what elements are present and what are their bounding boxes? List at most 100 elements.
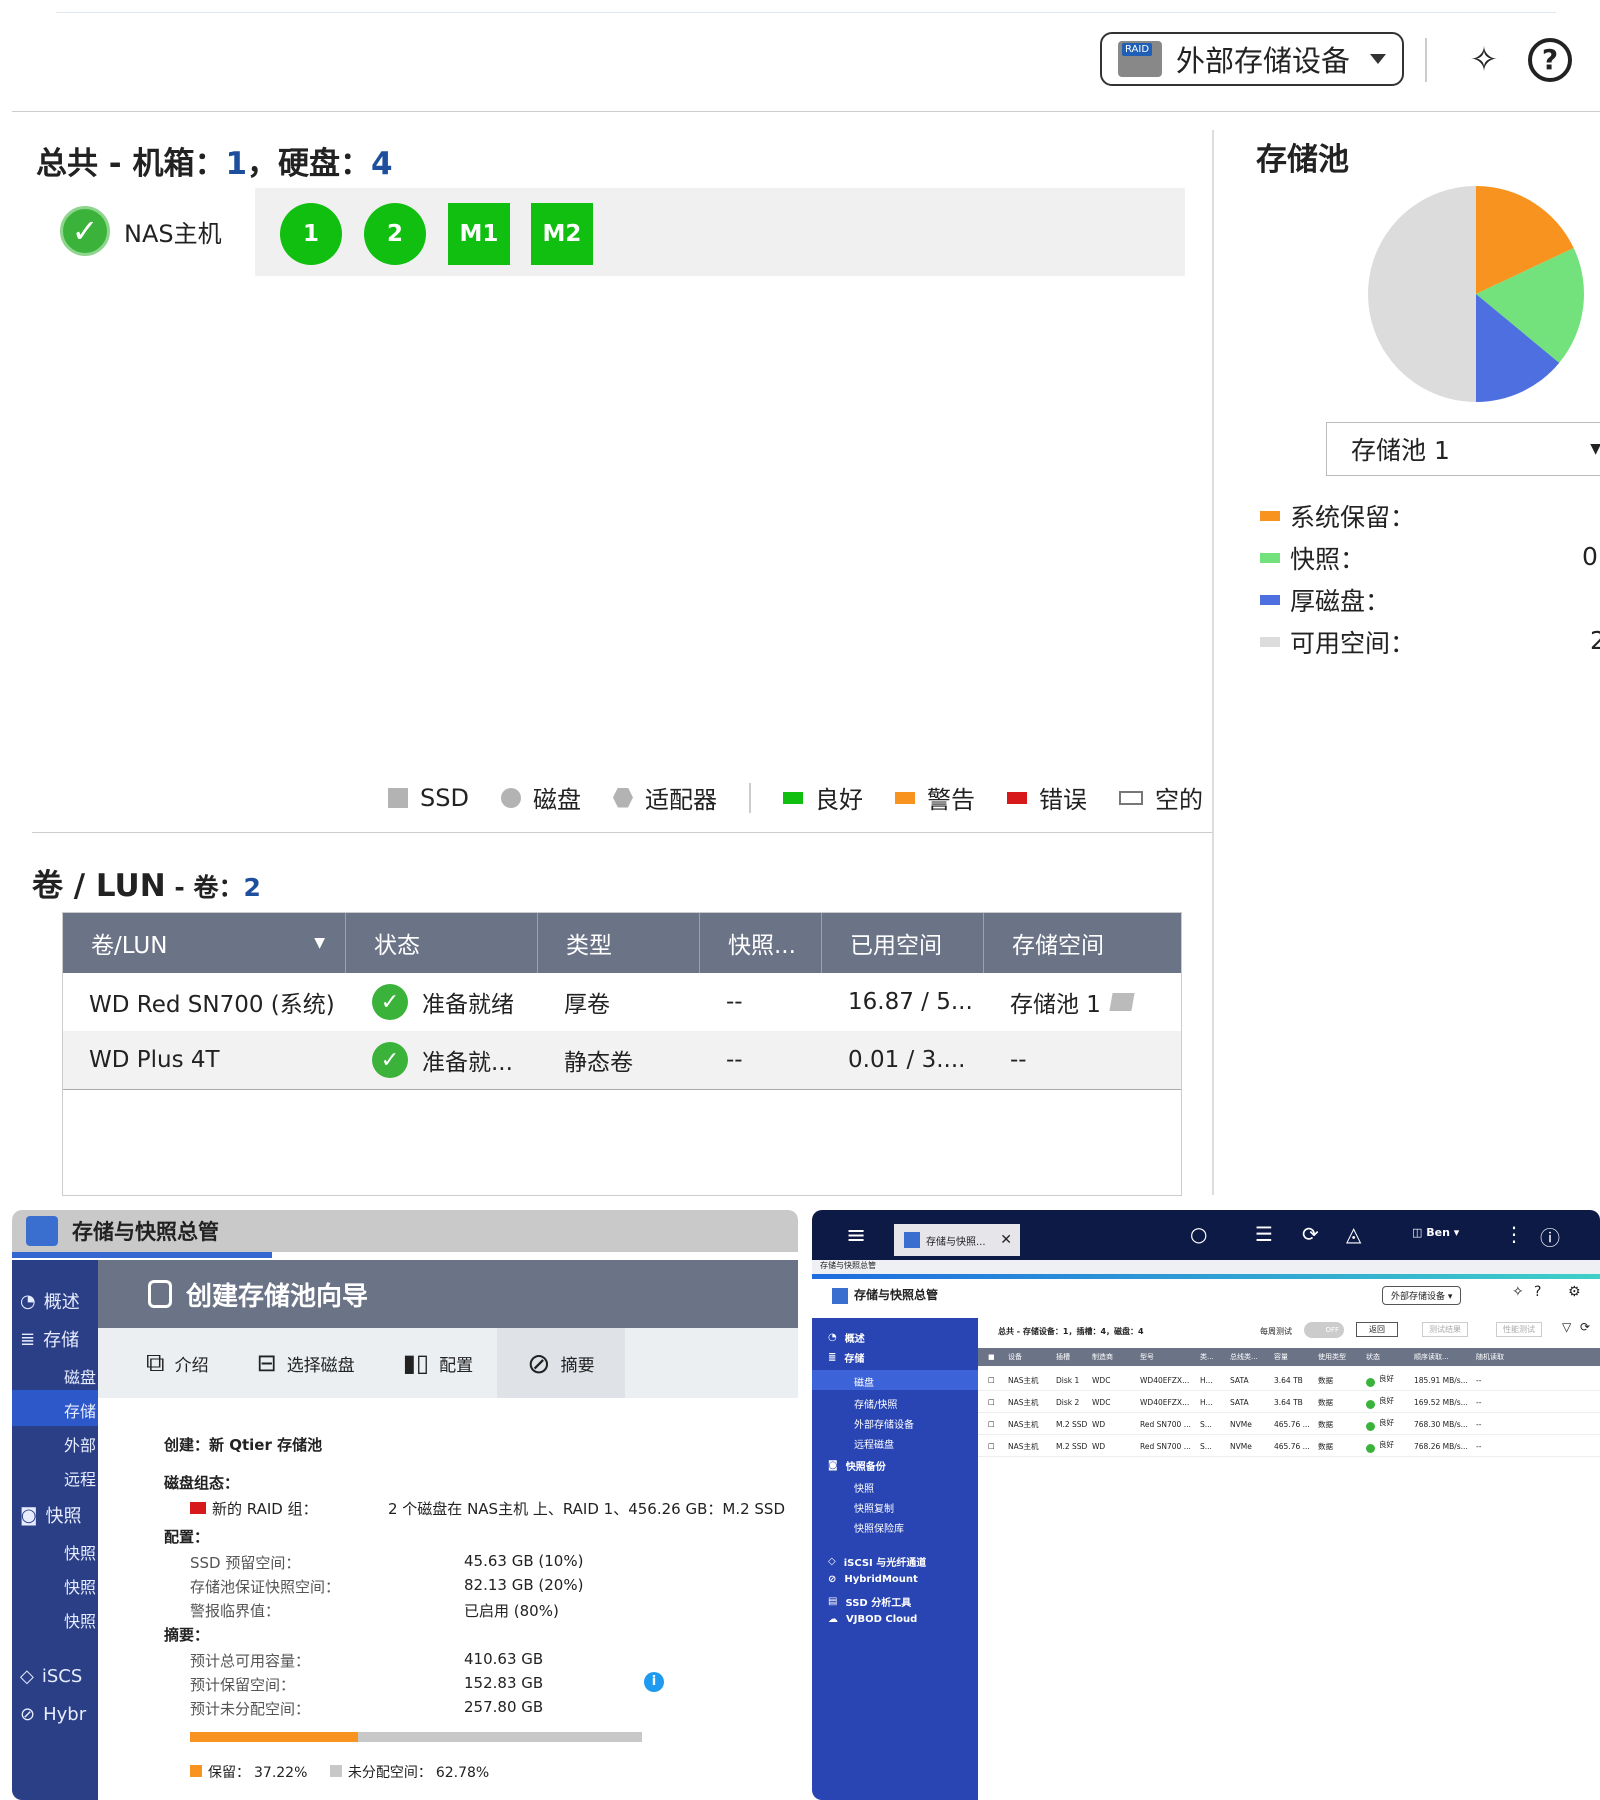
- nas-host[interactable]: ✓ NAS主机: [60, 206, 222, 256]
- sidebar-item-external[interactable]: 外部: [64, 1432, 96, 1456]
- tasks-icon[interactable]: ☰: [1255, 1222, 1273, 1246]
- gear-icon[interactable]: ⚙: [1568, 1284, 1581, 1300]
- table-row[interactable]: ☐ NAS主机 M.2 SSD WD Red SN700 ... S... NVMe 465.…: [978, 1436, 1600, 1457]
- help-icon[interactable]: ?: [1528, 38, 1572, 82]
- sidebar-item-overview[interactable]: ◔ 概述: [20, 1288, 80, 1314]
- disk-slot-m1[interactable]: M1: [448, 203, 510, 265]
- sidebar-item-storage-sub[interactable]: 存储: [64, 1398, 96, 1422]
- col-status[interactable]: 状态: [1366, 1352, 1414, 1362]
- table-row[interactable]: WD Red SN700 (系统) ✓ 准备就绪 厚卷 -- 16.87 / 5.…: [63, 973, 1181, 1031]
- magic-wand-icon[interactable]: ✧: [1462, 38, 1506, 82]
- table-row[interactable]: WD Plus 4T ✓ 准备就... 静态卷 -- 0.01 / 3.... -…: [63, 1031, 1181, 1089]
- col-snapshot[interactable]: 快照...: [700, 913, 822, 973]
- check-circle-icon: [1366, 1377, 1375, 1387]
- pool-select[interactable]: 存储池 1 ▼: [1326, 422, 1600, 476]
- sidebar-label: iSCSI 与光纤通道: [843, 1558, 927, 1569]
- volume-status: ✓ 准备就...: [346, 1031, 538, 1089]
- col-type[interactable]: 类...: [1200, 1352, 1230, 1362]
- sidebar-item-vjbod[interactable]: ☁ VJBOD Cloud: [828, 1614, 917, 1625]
- row-checkbox[interactable]: ☐: [978, 1376, 1008, 1385]
- row-checkbox[interactable]: ☐: [978, 1420, 1008, 1429]
- wand-icon[interactable]: ✧: [1512, 1284, 1524, 1300]
- table-row[interactable]: ☐ NAS主机 Disk 1 WDC WD40EFZX... H... SATA 3.64 T…: [978, 1370, 1600, 1391]
- sidebar-item-snapshot[interactable]: ◙ 快照: [20, 1502, 81, 1528]
- help-icon[interactable]: ?: [1534, 1284, 1541, 1300]
- sidebar-item-iscsi[interactable]: ◇ iSCSI 与光纤通道: [828, 1554, 926, 1569]
- col-pool[interactable]: 存储空间: [984, 913, 1181, 973]
- col-used[interactable]: 已用空间: [822, 913, 984, 973]
- col-model[interactable]: 型号: [1140, 1352, 1200, 1362]
- sidebar-item-snapshot-backup[interactable]: ◙ 快照备份: [828, 1458, 886, 1473]
- table-row[interactable]: ☐ NAS主机 Disk 2 WDC WD40EFZX... H... SATA 3.64 T…: [978, 1392, 1600, 1413]
- weekly-test-toggle[interactable]: OFF: [1304, 1322, 1344, 1338]
- sidebar-item-hybridmount[interactable]: ⊘ HybridMount: [828, 1574, 918, 1585]
- user-menu[interactable]: ◫ Ben ▾: [1412, 1226, 1459, 1239]
- sidebar-item-ssd-tool[interactable]: ▤ SSD 分析工具: [828, 1594, 911, 1609]
- table-row[interactable]: ☐ NAS主机 M.2 SSD WD Red SN700 ... S... NVMe 465.…: [978, 1414, 1600, 1435]
- info-icon[interactable]: i: [644, 1672, 664, 1692]
- row-checkbox[interactable]: ☐: [978, 1442, 1008, 1451]
- sidebar-item-snapshot[interactable]: 快照: [854, 1480, 874, 1495]
- col-capacity[interactable]: 容量: [1274, 1352, 1318, 1362]
- sidebar-item-storage[interactable]: ≣ 存储: [20, 1326, 79, 1352]
- select-all-checkbox[interactable]: ■: [978, 1353, 1008, 1361]
- disk-slot-m2[interactable]: M2: [531, 203, 593, 265]
- sidebar-item-storage[interactable]: ≣ 存储: [828, 1350, 864, 1365]
- table-cell: M.2 SSD: [1056, 1419, 1088, 1429]
- col-volume[interactable]: 卷/LUN ▼: [63, 913, 346, 973]
- sidebar-item-disks[interactable]: 磁盘: [854, 1374, 874, 1389]
- external-storage-button[interactable]: 外部存储设备 ▾: [1382, 1286, 1462, 1305]
- volumes-title-text: 卷 / LUN: [32, 868, 166, 904]
- allocation-legend: 保留： 37.22% 未分配空间： 62.78%: [190, 1762, 489, 1782]
- back-button[interactable]: 返回: [1356, 1322, 1398, 1337]
- perf-test-button[interactable]: 性能测试: [1496, 1322, 1542, 1337]
- sync-icon[interactable]: ⟳: [1302, 1222, 1319, 1246]
- col-slot[interactable]: 插槽: [1056, 1352, 1092, 1362]
- more-icon[interactable]: ⋮: [1504, 1222, 1524, 1246]
- col-vendor[interactable]: 制造商: [1092, 1352, 1140, 1362]
- user-name: Ben: [1426, 1226, 1450, 1239]
- external-storage-button[interactable]: RAID 外部存储设备: [1100, 32, 1404, 86]
- search-icon[interactable]: ○: [1190, 1222, 1207, 1246]
- table-bottom-line: [63, 1089, 1181, 1090]
- sidebar-item-snapshot-3[interactable]: 快照: [64, 1608, 96, 1632]
- menu-icon[interactable]: ≡: [846, 1223, 866, 1247]
- sidebar-item-snapshot-1[interactable]: 快照: [64, 1540, 96, 1564]
- col-rand-read[interactable]: 随机读取: [1476, 1352, 1516, 1362]
- disk-slot-2[interactable]: 2: [364, 203, 426, 265]
- sidebar-item-snapshot-vault[interactable]: 快照保险库: [854, 1520, 904, 1535]
- iscsi-icon: ◇: [20, 1666, 34, 1687]
- table-cell: 768.26 MB/s...: [1414, 1441, 1468, 1451]
- sidebar-item-storage-snapshot[interactable]: 存储/快照: [854, 1396, 897, 1411]
- sidebar-item-hybrid[interactable]: ⊘ Hybr: [20, 1704, 86, 1725]
- bell-icon[interactable]: ◬: [1346, 1222, 1361, 1246]
- col-bus[interactable]: 总线类...: [1230, 1352, 1274, 1362]
- sidebar-item-snapshot-2[interactable]: 快照: [64, 1574, 96, 1598]
- sidebar-item-remote[interactable]: 远程: [64, 1466, 96, 1490]
- test-result-button[interactable]: 测试结果: [1422, 1322, 1468, 1337]
- table-cell: Red SN700 ...: [1140, 1441, 1191, 1451]
- chevron-down-icon: [1370, 54, 1386, 64]
- col-device[interactable]: 设备: [1008, 1352, 1056, 1362]
- filter-icon[interactable]: ▽: [1562, 1320, 1571, 1334]
- col-status[interactable]: 状态: [346, 913, 538, 973]
- toggle-label: OFF: [1325, 1326, 1339, 1334]
- refresh-icon[interactable]: ⟳: [1580, 1320, 1590, 1334]
- sidebar-item-snapshot-replica[interactable]: 快照复制: [854, 1500, 894, 1515]
- app-tab[interactable]: 存储与快照... ✕: [894, 1224, 1020, 1256]
- table-cell: 数据: [1318, 1397, 1333, 1407]
- table-cell: --: [1476, 1419, 1482, 1429]
- disk-slot-1[interactable]: 1: [280, 203, 342, 265]
- legend-warning-label: 警告: [926, 786, 975, 814]
- sidebar-item-remote[interactable]: 远程磁盘: [854, 1436, 894, 1451]
- col-type[interactable]: 类型: [538, 913, 700, 973]
- close-icon[interactable]: ✕: [1000, 1232, 1012, 1248]
- sidebar-item-disks[interactable]: 磁盘: [64, 1364, 96, 1388]
- sidebar-item-iscsi[interactable]: ◇ iSCS: [20, 1666, 82, 1687]
- sidebar-item-external[interactable]: 外部存储设备: [854, 1416, 914, 1431]
- row-checkbox[interactable]: ☐: [978, 1398, 1008, 1407]
- sidebar-item-overview[interactable]: ◔ 概述: [828, 1330, 865, 1345]
- info-icon[interactable]: ⓘ: [1540, 1222, 1560, 1251]
- col-usage[interactable]: 使用类型: [1318, 1352, 1366, 1362]
- col-seq-read[interactable]: 顺序读取...: [1414, 1352, 1476, 1362]
